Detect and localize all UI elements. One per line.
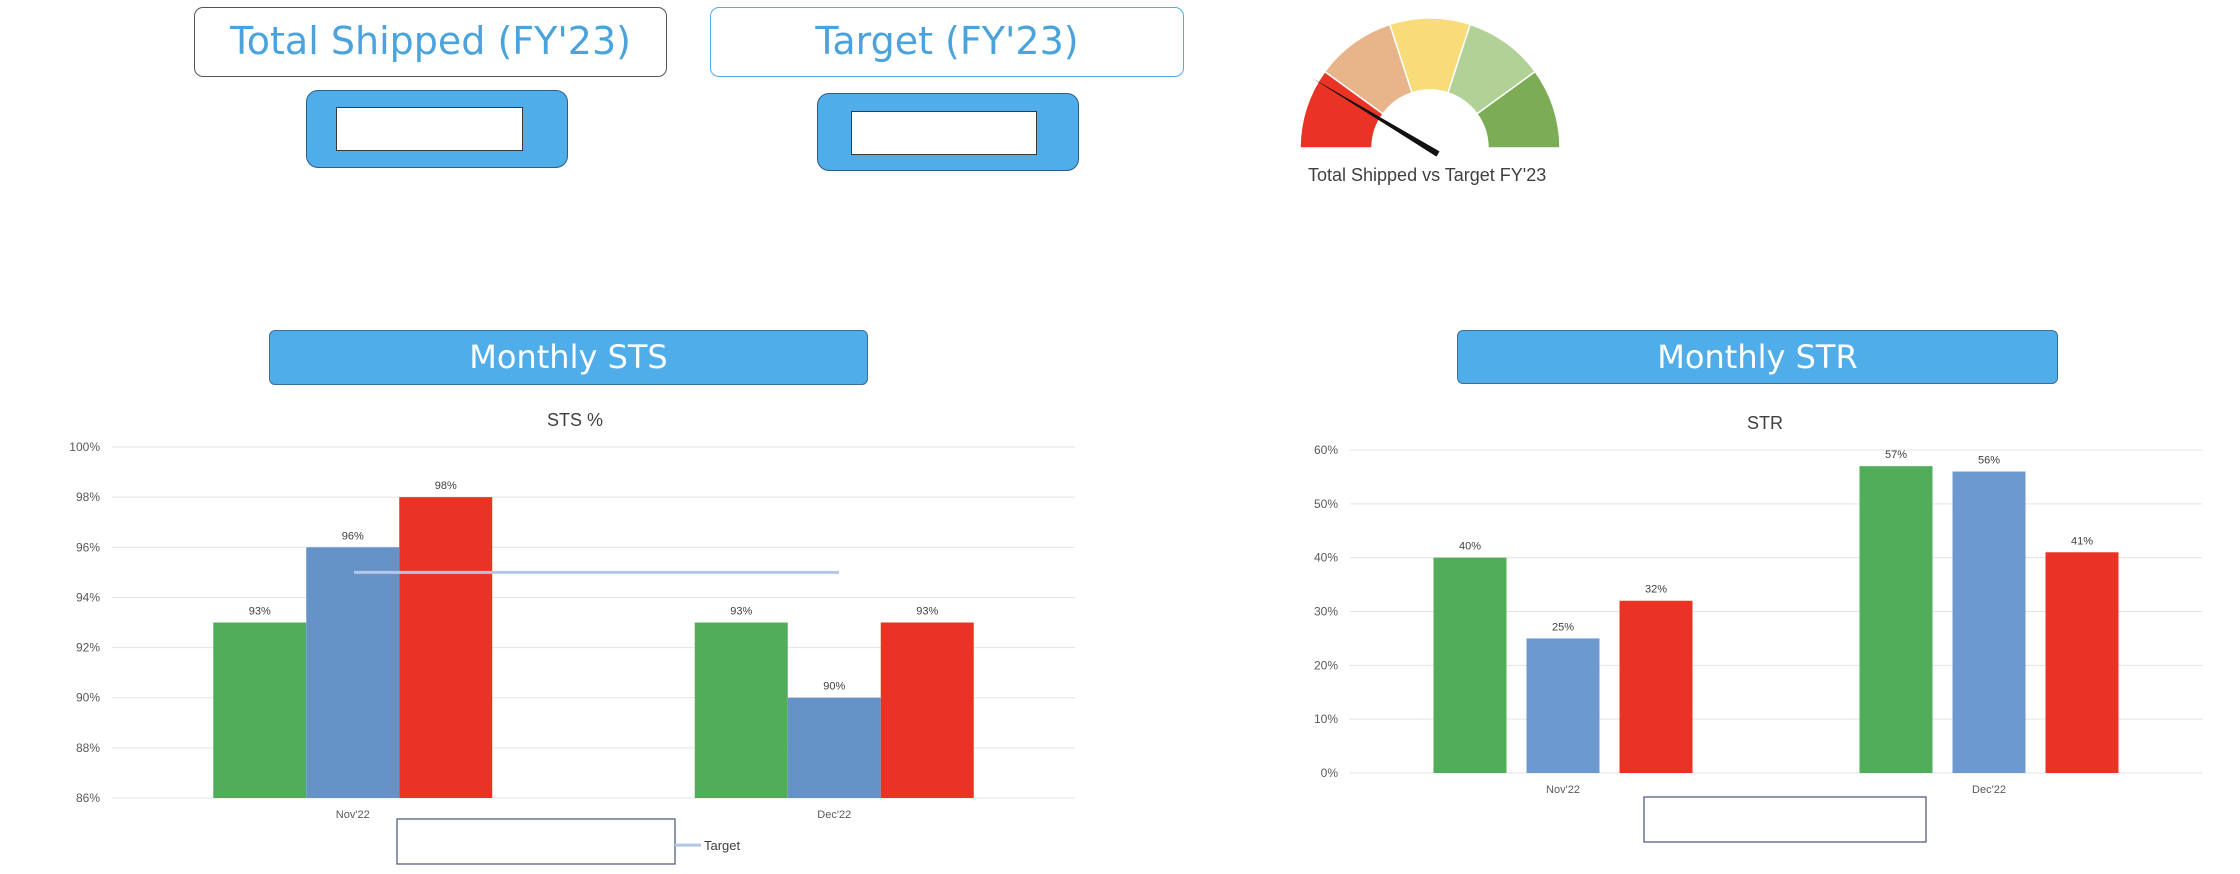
y-tick-label: 10% (1314, 712, 1338, 726)
chart-title: STS % (547, 410, 603, 430)
legend-label: Target (704, 838, 741, 853)
total-shipped-title: Total Shipped (FY'23) (194, 7, 667, 77)
target-title: Target (FY'23) (710, 7, 1184, 77)
target-value-box (817, 93, 1079, 171)
data-label: 57% (1885, 449, 1907, 461)
x-tick-label: Dec'22 (1972, 784, 2006, 796)
x-tick-label: Dec'22 (817, 809, 851, 821)
data-label: 56% (1978, 455, 2000, 467)
bar (880, 622, 974, 798)
bar (306, 547, 400, 798)
bar (1619, 600, 1693, 773)
y-tick-label: 30% (1314, 605, 1338, 619)
data-label: 93% (249, 606, 271, 618)
monthly-str-banner: Monthly STR (1457, 330, 2058, 384)
total-shipped-value-box (306, 90, 568, 168)
y-tick-label: 0% (1321, 766, 1339, 780)
bar (213, 622, 307, 798)
x-tick-label: Nov'22 (1546, 784, 1580, 796)
legend-box (396, 818, 676, 865)
data-label: 25% (1552, 621, 1574, 633)
y-tick-label: 20% (1314, 658, 1338, 672)
y-tick-label: 98% (76, 490, 100, 504)
y-tick-label: 96% (76, 540, 100, 554)
bar (694, 622, 788, 798)
chart-title: STR (1747, 413, 1783, 433)
y-tick-label: 94% (76, 590, 100, 604)
legend-box (1643, 796, 1927, 843)
y-tick-label: 40% (1314, 551, 1338, 565)
gauge-caption: Total Shipped vs Target FY'23 (1308, 165, 1547, 185)
data-label: 93% (730, 606, 752, 618)
data-label: 93% (916, 606, 938, 618)
monthly-sts-banner: Monthly STS (269, 330, 868, 385)
total-shipped-value-field (336, 107, 523, 151)
data-label: 32% (1645, 584, 1667, 596)
data-label: 41% (2071, 535, 2093, 547)
y-tick-label: 60% (1314, 443, 1338, 457)
bar (2045, 552, 2119, 773)
bar (1952, 471, 2026, 773)
y-tick-label: 86% (76, 791, 100, 805)
y-tick-label: 100% (69, 440, 100, 454)
sts-chart: STS % 86% 88% 90% 92% 94% 96% 98% 100% 93% 96% 98% N… (69, 410, 1075, 865)
x-tick-label: Nov'22 (336, 809, 370, 821)
data-label: 98% (435, 480, 457, 492)
data-label: 40% (1459, 541, 1481, 553)
y-tick-label: 50% (1314, 497, 1338, 511)
target-value-field (851, 111, 1037, 155)
data-label: 96% (342, 530, 364, 542)
bar (1859, 466, 1933, 773)
gauge-chart (1299, 17, 1561, 157)
bar (1433, 557, 1507, 773)
bar (1526, 638, 1600, 773)
str-chart: STR 0% 10% 20% 30% 40% 50% 60% 40% 25% 32% Nov'22 57… (1314, 413, 2202, 843)
bar (787, 697, 881, 798)
bar (399, 497, 493, 798)
y-tick-label: 92% (76, 641, 100, 655)
data-label: 90% (823, 681, 845, 693)
y-tick-label: 90% (76, 691, 100, 705)
y-tick-label: 88% (76, 741, 100, 755)
